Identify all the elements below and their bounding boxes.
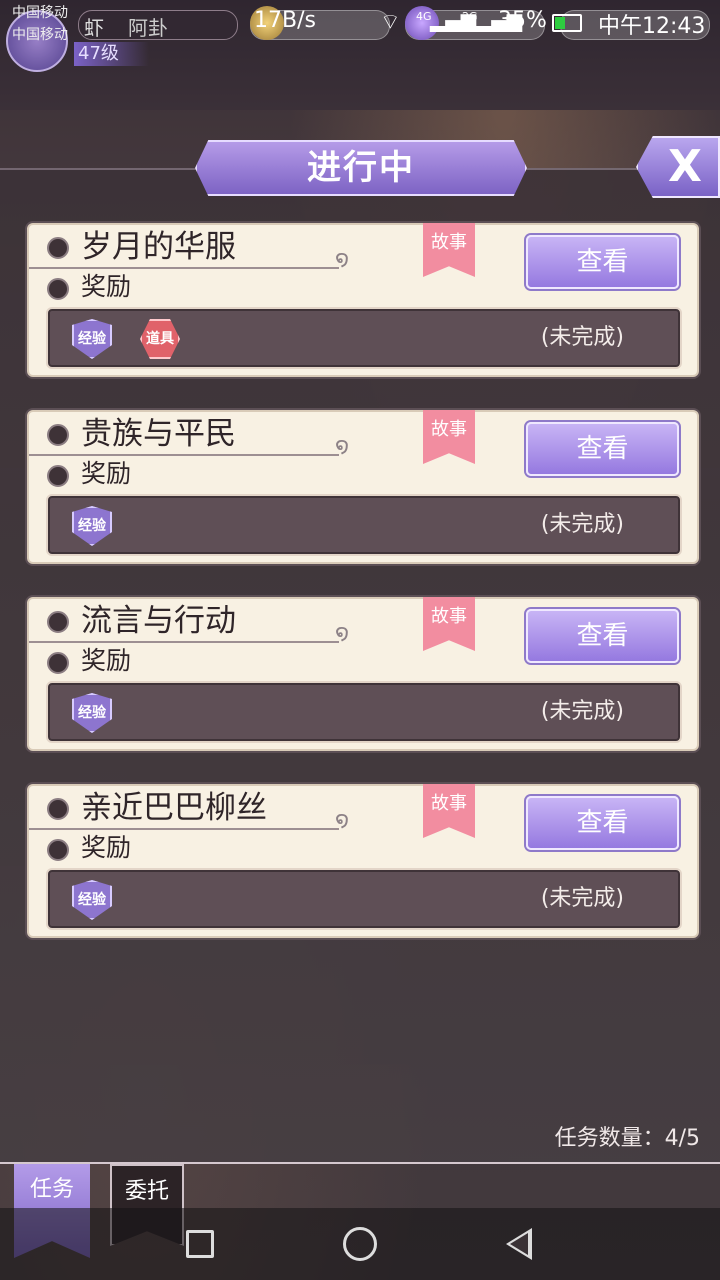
reward-label: 奖励: [81, 459, 132, 488]
curl-ornament-icon: ໑: [335, 621, 350, 646]
quest-status: (未完成): [540, 325, 624, 350]
carrier-2: 中国移动: [12, 27, 68, 43]
close-icon[interactable]: X: [660, 136, 710, 198]
crown-icon: [47, 424, 69, 446]
view-button[interactable]: 查看: [526, 235, 679, 289]
reward-label: 奖励: [81, 646, 132, 675]
quest-title: 亲近巴巴柳丝: [81, 790, 267, 826]
story-tag: 故事: [423, 784, 475, 838]
curl-ornament-icon: ໑: [335, 434, 350, 459]
quest-title: 流言与行动: [81, 603, 236, 639]
crown-icon: [47, 237, 69, 259]
quest-title: 岁月的华服: [81, 229, 236, 265]
reward-label: 奖励: [81, 272, 132, 301]
gift-icon: [47, 465, 69, 487]
reward-box: 经验 (未完成): [46, 681, 682, 743]
title-underline: [29, 828, 339, 830]
quest-count: 任务数量：4/5: [554, 1126, 700, 1151]
net-speed: 17B/s: [254, 8, 316, 33]
quest-card: 岁月的华服 ໑ 奖励 故事 查看 经验 道具 (未完成): [27, 223, 699, 377]
crown-icon: [47, 611, 69, 633]
reward-box: 经验 (未完成): [46, 868, 682, 930]
player-name-prefix: 虾: [84, 16, 104, 40]
crown-icon: [47, 798, 69, 820]
exp-badge-icon[interactable]: 经验: [72, 880, 112, 920]
view-button[interactable]: 查看: [526, 796, 679, 850]
battery-icon: [552, 14, 582, 32]
page-title: 进行中: [307, 148, 415, 188]
title-underline: [29, 267, 339, 269]
player-level: 47级: [74, 42, 149, 66]
story-tag: 故事: [423, 597, 475, 651]
story-tag: 故事: [423, 223, 475, 277]
quest-status: (未完成): [540, 886, 624, 911]
reward-box: 经验 (未完成): [46, 494, 682, 556]
view-button[interactable]: 查看: [526, 609, 679, 663]
story-tag: 故事: [423, 410, 475, 464]
title-underline: [29, 641, 339, 643]
back-icon[interactable]: [506, 1228, 532, 1260]
recent-apps-icon[interactable]: [186, 1230, 214, 1258]
exp-badge-icon[interactable]: 经验: [72, 693, 112, 733]
gift-icon: [47, 652, 69, 674]
reward-label: 奖励: [81, 833, 132, 862]
item-badge-icon[interactable]: 道具: [140, 319, 180, 359]
view-button[interactable]: 查看: [526, 422, 679, 476]
quest-title: 贵族与平民: [81, 416, 236, 452]
quest-card: 流言与行动 ໑ 奖励 故事 查看 经验 (未完成): [27, 597, 699, 751]
quest-status: (未完成): [540, 512, 624, 537]
gift-icon: [47, 278, 69, 300]
exp-badge-icon[interactable]: 经验: [72, 319, 112, 359]
status-bar: 中国移动 中国移动 虾 阿卦 47级 17B/s ⌔ 4G ▂▄▆ 2G ▂▄▆…: [0, 0, 720, 72]
quest-card: 亲近巴巴柳丝 ໑ 奖励 故事 查看 经验 (未完成): [27, 784, 699, 938]
curl-ornament-icon: ໑: [335, 247, 350, 272]
divider: [0, 1162, 720, 1164]
home-icon[interactable]: [343, 1227, 377, 1261]
curl-ornament-icon: ໑: [335, 808, 350, 833]
player-name: 阿卦: [128, 16, 168, 40]
carrier-1: 中国移动: [12, 5, 68, 21]
wifi-icon: ⌔: [380, 10, 401, 35]
quest-status: (未完成): [540, 699, 624, 724]
reward-box: 经验 道具 (未完成): [46, 307, 682, 369]
quest-card: 贵族与平民 ໑ 奖励 故事 查看 经验 (未完成): [27, 410, 699, 564]
battery-percent: 35%: [498, 8, 547, 33]
exp-badge-icon[interactable]: 经验: [72, 506, 112, 546]
clock: 中午12:43: [598, 14, 706, 39]
gift-icon: [47, 839, 69, 861]
title-underline: [29, 454, 339, 456]
